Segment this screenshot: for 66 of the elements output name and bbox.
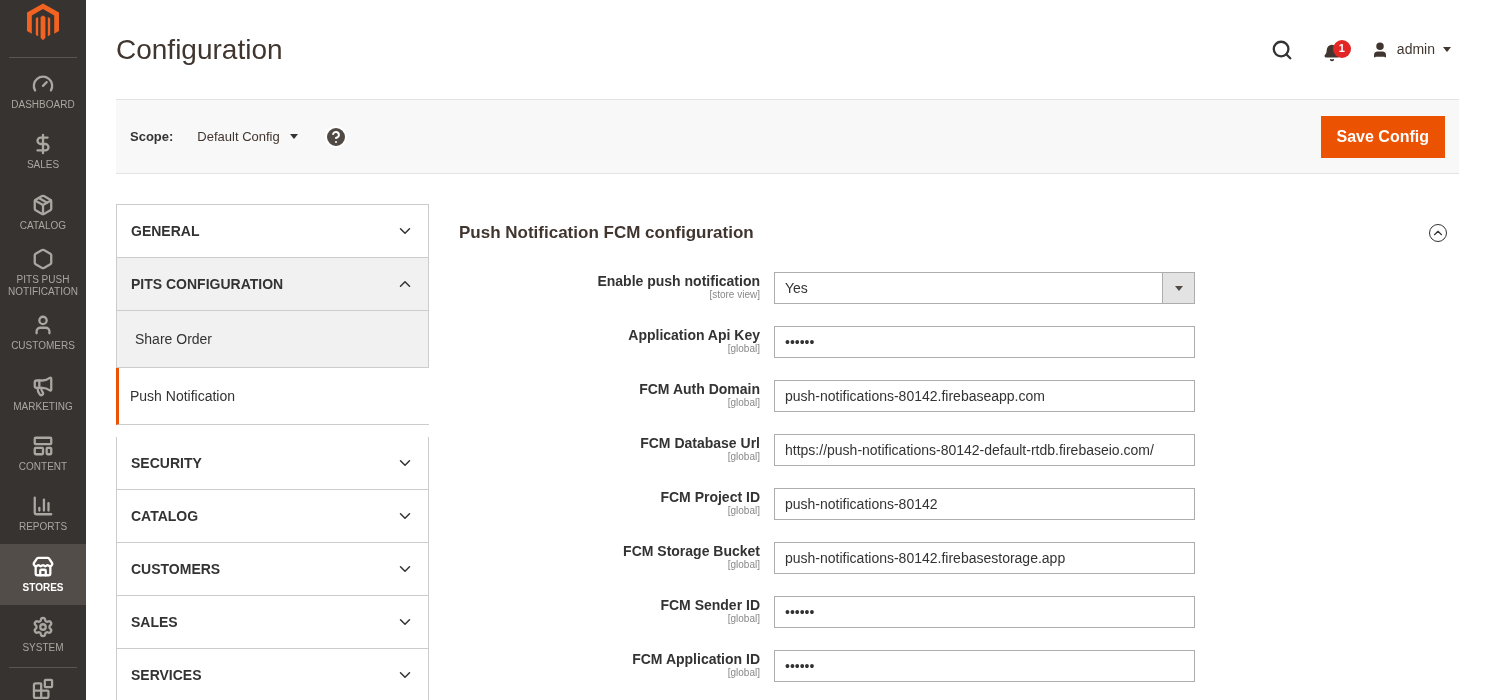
input-field[interactable]: •••••• (774, 650, 1195, 682)
scope-hint: [global] (726, 559, 760, 571)
sidebar-item[interactable]: REPORTS (0, 484, 86, 545)
scope-hint: [store view] (708, 289, 760, 301)
settings-icon (32, 616, 54, 638)
field-label: FCM Storage Bucket (622, 543, 760, 559)
field-label: FCM Application ID (631, 651, 760, 667)
page-title: Configuration (116, 32, 284, 67)
section-title: Push Notification FCM configuration (459, 222, 754, 245)
layout-icon (32, 434, 54, 457)
input-field[interactable]: •••••• (774, 326, 1195, 358)
config-tab[interactable]: Push Notification (116, 368, 429, 425)
caret-icon (1443, 47, 1451, 52)
config-tab-group[interactable]: SALES (116, 596, 429, 649)
box-icon (32, 193, 54, 216)
field-label: FCM Database Url (639, 435, 760, 451)
input-field[interactable]: push-notifications-80142 (774, 488, 1195, 520)
notification-count-badge: 1 (1332, 39, 1351, 58)
sidebar-item[interactable]: CUSTOMERS (0, 303, 86, 364)
select-field[interactable]: Yes (774, 272, 1195, 304)
config-tab-group[interactable]: SECURITY (116, 437, 429, 490)
sidebar-item[interactable]: SYSTEM (0, 604, 86, 666)
field-label: Enable push notification (596, 273, 760, 289)
sidebar-item[interactable]: DASHBOARD (0, 61, 86, 122)
input-field[interactable]: push-notifications-80142.firebasestorage.app (774, 542, 1195, 574)
megaphone-icon (32, 374, 54, 397)
field-label: Application Api Key (627, 327, 760, 343)
scope-hint: [global] (726, 613, 760, 625)
save-config-button[interactable]: Save Config (1320, 115, 1445, 158)
field-label: FCM Sender ID (659, 597, 760, 613)
scope-hint: [global] (726, 451, 760, 463)
sidebar-item[interactable]: CATALOG (0, 182, 86, 243)
config-tab-group[interactable]: SERVICES (116, 649, 429, 700)
caret-icon (1174, 285, 1183, 291)
config-tab-group[interactable]: PITS CONFIGURATION (116, 258, 429, 311)
user-menu[interactable]: admin (1370, 39, 1451, 60)
caret-icon (289, 134, 298, 139)
config-tab-group[interactable]: CUSTOMERS (116, 543, 429, 596)
notifications-button[interactable]: 1 (1322, 37, 1351, 62)
input-field[interactable]: •••••• (774, 596, 1195, 628)
sidebar-item[interactable]: PITS PUSH NOTIFICATION (0, 242, 86, 304)
config-tab-group[interactable]: CATALOG (116, 490, 429, 543)
scope-dropdown[interactable]: Default Config (197, 126, 298, 147)
scope-hint: [global] (726, 505, 760, 517)
sidebar-item[interactable]: STORES (0, 544, 86, 605)
search-icon[interactable] (1270, 38, 1293, 61)
sidebar-item[interactable]: MARKETING (0, 363, 86, 424)
input-field[interactable]: https://push-notifications-80142-default-rtdb.firebaseio.com/ (774, 434, 1195, 466)
logo-icon[interactable] (27, 3, 59, 41)
hexagon-icon (32, 247, 54, 270)
sidebar-item[interactable]: SALES (0, 121, 86, 183)
config-tab-group[interactable]: GENERAL (116, 205, 429, 258)
config-tab[interactable]: Share Order (116, 311, 429, 368)
scope-hint: [global] (726, 667, 760, 679)
help-icon[interactable] (323, 124, 348, 149)
field-label: FCM Auth Domain (638, 381, 760, 397)
person-icon (32, 314, 54, 337)
field-label: FCM Project ID (659, 489, 760, 505)
scope-hint: [global] (726, 343, 760, 355)
blocks-icon[interactable] (32, 678, 54, 700)
bar-chart-icon (32, 495, 54, 518)
sidebar-item[interactable]: CONTENT (0, 423, 86, 485)
input-field[interactable]: push-notifications-80142.firebaseapp.com (774, 380, 1195, 412)
store-icon (32, 555, 54, 578)
scope-hint: [global] (726, 397, 760, 409)
scope-label: Scope: (130, 127, 174, 146)
